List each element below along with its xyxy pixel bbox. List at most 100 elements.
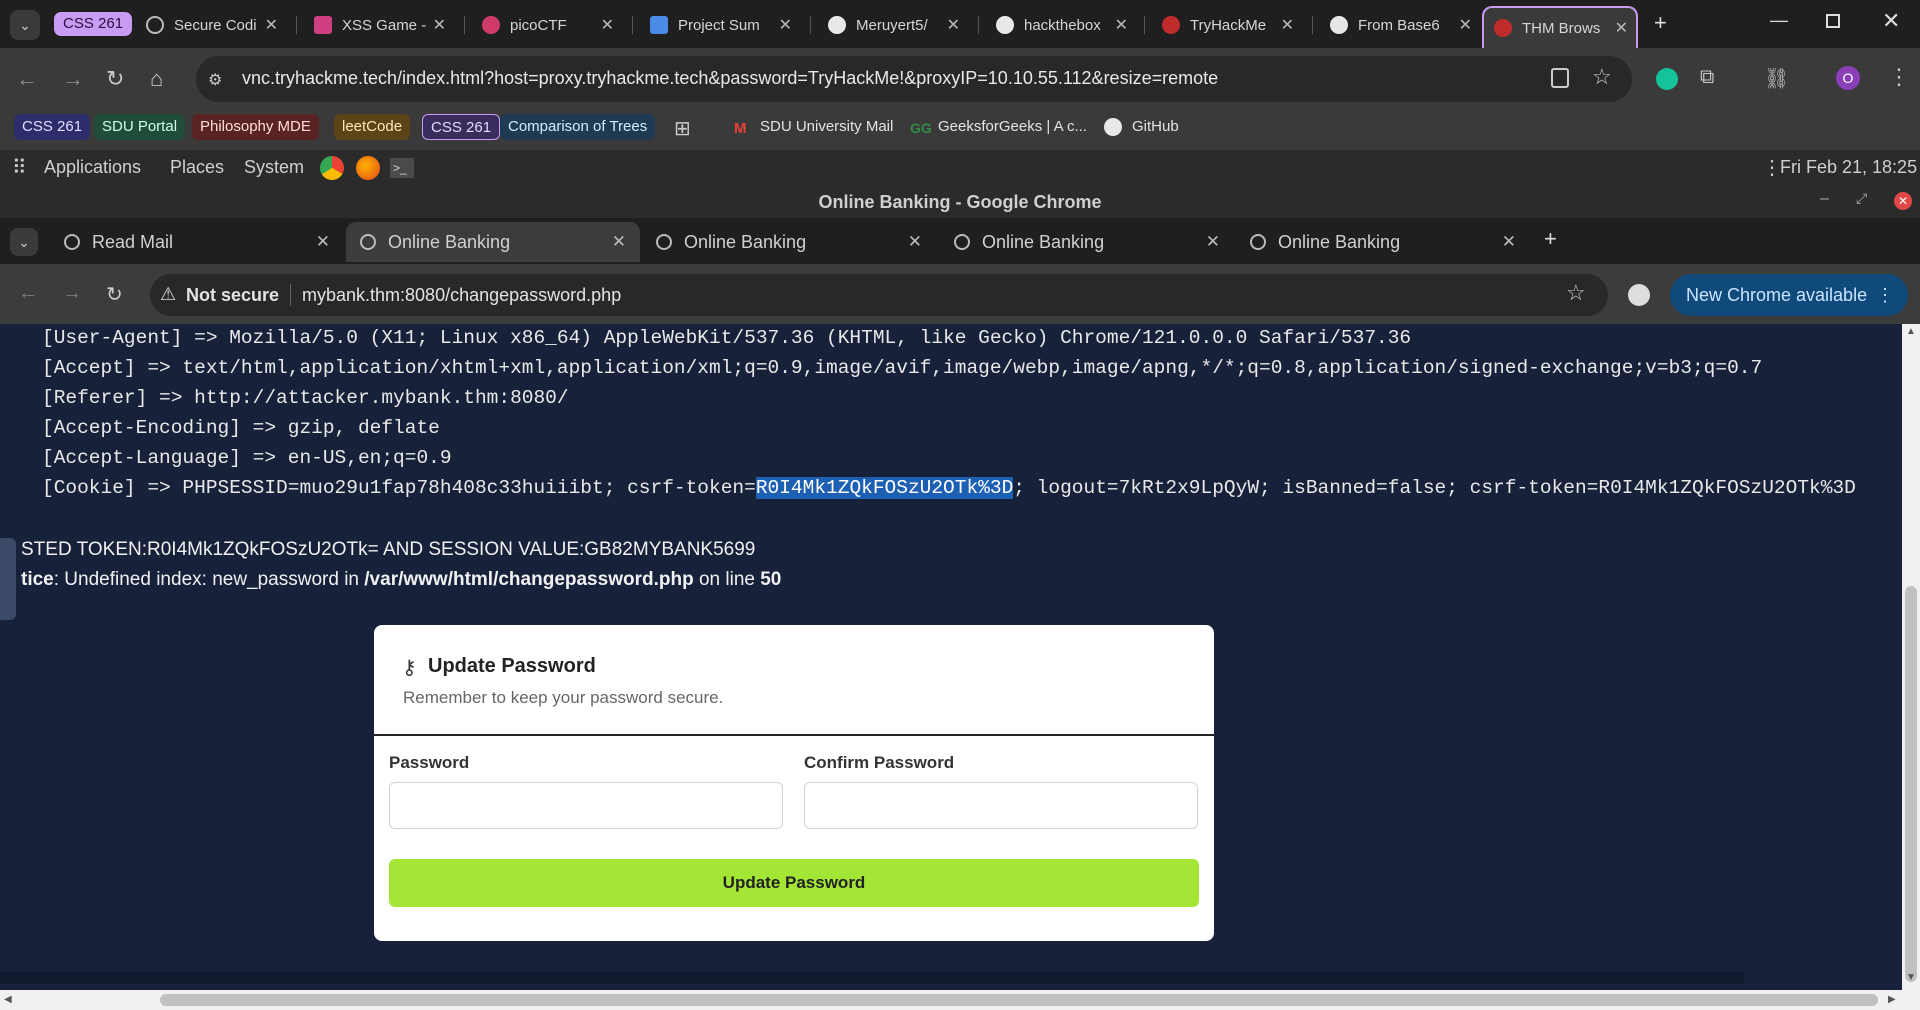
tab-search-button[interactable]: ⌄ — [10, 228, 38, 256]
xss-icon — [314, 16, 332, 34]
menu-places[interactable]: Places — [170, 157, 224, 178]
scroll-down-arrow-icon[interactable]: ▼ — [1906, 972, 1916, 983]
forward-arrow-icon[interactable]: → — [62, 282, 82, 305]
tab-search-button[interactable]: ⌄ — [10, 10, 40, 40]
home-icon[interactable]: ⌂ — [150, 66, 163, 92]
bookmark-leetcode[interactable]: leetCode — [334, 114, 411, 140]
close-icon[interactable]: ✕ — [779, 15, 792, 35]
outer-tab-project-summary[interactable]: Project Sum ✕ — [640, 8, 800, 42]
close-icon[interactable]: ✕ — [947, 15, 960, 35]
menu-system[interactable]: System — [244, 157, 304, 178]
new-chrome-available-button[interactable]: New Chrome available ⋮ — [1670, 274, 1908, 316]
outer-tab-from-base64[interactable]: From Base6 ✕ — [1320, 8, 1480, 42]
grammarly-icon[interactable] — [1656, 68, 1678, 90]
scroll-up-arrow-icon[interactable]: ▲ — [1906, 326, 1916, 337]
close-icon[interactable]: ✕ — [1281, 15, 1294, 35]
inner-tab-online-banking-2[interactable]: Online Banking ✕ — [642, 222, 936, 262]
selected-csrf-token[interactable]: R0I4Mk1ZQkFOSzU2OTk%3D — [755, 477, 1014, 499]
bookmark-star-icon[interactable]: ☆ — [1592, 64, 1612, 90]
outer-tab-meruyert5[interactable]: Meruyert5/ ✕ — [818, 8, 968, 42]
bookmark-github[interactable]: GitHub — [1124, 114, 1187, 140]
close-icon[interactable]: ✕ — [1502, 232, 1516, 252]
tab-group-chip[interactable]: CSS 261 — [54, 12, 133, 36]
vertical-scrollbar[interactable]: ▲ ▼ — [1902, 324, 1920, 990]
vertical-scroll-thumb[interactable] — [1905, 586, 1917, 982]
firefox-launcher-icon[interactable] — [356, 156, 380, 180]
menu-applications[interactable]: Applications — [44, 157, 141, 178]
inner-tab-online-banking-active[interactable]: Online Banking ✕ — [346, 222, 640, 262]
outer-tab-xss-game[interactable]: XSS Game - ✕ — [304, 8, 454, 42]
close-icon[interactable]: ✕ — [1459, 15, 1472, 35]
inner-tab-online-banking-3[interactable]: Online Banking ✕ — [940, 222, 1234, 262]
notice-on-line: on line — [693, 569, 761, 590]
outer-url-text[interactable]: vnc.tryhackme.tech/index.html?host=proxy… — [242, 68, 1218, 89]
chrome-launcher-icon[interactable] — [320, 156, 344, 180]
apps-grid-icon[interactable]: ⠿ — [12, 155, 27, 180]
bookmark-sdu-portal[interactable]: SDU Portal — [94, 114, 186, 140]
new-tab-button[interactable]: + — [1544, 226, 1557, 252]
inner-minimize-button[interactable]: – — [1820, 190, 1829, 208]
clipboard-icon[interactable] — [1551, 68, 1569, 88]
outer-tab-thm-browser[interactable]: THM Brows ✕ — [1482, 6, 1638, 48]
close-window-button[interactable]: ✕ — [1882, 8, 1900, 34]
inner-restore-button[interactable]: ⤢ — [1856, 190, 1867, 207]
bookmark-css261-group[interactable]: CSS 261 — [422, 114, 501, 140]
bookmark-css261[interactable]: CSS 261 — [14, 114, 91, 140]
close-icon[interactable]: ✕ — [265, 15, 278, 35]
notice-line-number: 50 — [760, 569, 782, 590]
inner-tab-read-mail[interactable]: Read Mail ✕ — [50, 222, 344, 262]
cookie-suffix: ; logout=7kRt2x9LpQyW; isBanned=false; c… — [1013, 477, 1856, 499]
bookmark-comparison-of-trees[interactable]: Comparison of Trees — [500, 114, 656, 140]
extensions-icon[interactable]: ⧉ — [1700, 66, 1714, 89]
link-icon[interactable]: ⛓ — [1764, 66, 1789, 91]
confirm-password-input[interactable] — [804, 782, 1198, 829]
close-icon[interactable]: ✕ — [316, 232, 330, 252]
inner-tab-online-banking-4[interactable]: Online Banking ✕ — [1236, 222, 1530, 262]
close-icon[interactable]: ✕ — [1206, 232, 1220, 252]
avatar[interactable]: O — [1836, 66, 1860, 90]
reload-icon[interactable]: ↻ — [106, 66, 124, 92]
forward-arrow-icon[interactable]: → — [62, 66, 84, 92]
close-icon[interactable]: ✕ — [1115, 15, 1128, 35]
outer-tab-hackthebox[interactable]: hackthebox ✕ — [986, 8, 1136, 42]
menu-dots-icon[interactable]: ⋮ — [1888, 64, 1910, 90]
reload-icon[interactable]: ↻ — [106, 282, 123, 307]
panel-menu-icon[interactable]: ⋮ — [1762, 155, 1782, 180]
password-input[interactable] — [389, 782, 783, 829]
close-icon[interactable]: ✕ — [908, 232, 922, 252]
close-icon[interactable]: ✕ — [601, 15, 614, 35]
bookmark-philosophy[interactable]: Philosophy MDE — [192, 114, 319, 140]
bookmark-geeksforgeeks[interactable]: GeeksforGeeks | A c... — [930, 114, 1095, 140]
scroll-left-arrow-icon[interactable]: ◀ — [4, 994, 12, 1005]
side-panel-handle[interactable] — [0, 538, 16, 620]
bookmark-star-icon[interactable]: ☆ — [1566, 280, 1586, 306]
outer-tab-secure-coding[interactable]: Secure Codi ✕ — [136, 8, 286, 42]
new-chrome-label: New Chrome available — [1686, 285, 1868, 305]
terminal-launcher-icon[interactable]: >_ — [390, 158, 414, 178]
outer-tab-tryhackme[interactable]: TryHackMe ✕ — [1152, 8, 1302, 42]
minimize-button[interactable]: — — [1770, 10, 1788, 31]
not-secure-label[interactable]: Not secure — [186, 285, 279, 306]
tab-title: Read Mail — [92, 231, 174, 252]
back-arrow-icon[interactable]: ← — [16, 66, 38, 92]
php-notice: tice: Undefined index: new_password in /… — [21, 569, 781, 591]
header-cookie: [Cookie] => PHPSESSID=muo29u1fap78h408c3… — [42, 477, 1856, 499]
bookmark-sdu-mail[interactable]: SDU University Mail — [752, 114, 901, 140]
profile-icon[interactable] — [1628, 284, 1650, 306]
update-password-button[interactable]: Update Password — [389, 859, 1199, 907]
horizontal-scroll-thumb[interactable] — [160, 994, 1878, 1006]
close-icon[interactable]: ✕ — [433, 15, 446, 35]
close-icon[interactable]: ✕ — [1615, 18, 1628, 38]
close-icon[interactable]: ✕ — [612, 232, 626, 252]
horizontal-scrollbar[interactable]: ◀ ▶ — [0, 990, 1920, 1010]
inner-close-button[interactable]: ✕ — [1894, 192, 1912, 210]
restore-button[interactable] — [1826, 14, 1840, 28]
apps-grid-icon[interactable]: ⊞ — [674, 116, 691, 141]
site-info-icon[interactable]: ⚙ — [208, 70, 222, 90]
back-arrow-icon[interactable]: ← — [18, 282, 38, 305]
scroll-right-arrow-icon[interactable]: ▶ — [1888, 994, 1896, 1005]
new-tab-button[interactable]: + — [1654, 10, 1667, 36]
menu-dots-icon[interactable]: ⋮ — [1876, 274, 1894, 316]
outer-tab-picoctf[interactable]: picoCTF ✕ — [472, 8, 622, 42]
inner-url-text[interactable]: mybank.thm:8080/changepassword.php — [302, 285, 621, 306]
